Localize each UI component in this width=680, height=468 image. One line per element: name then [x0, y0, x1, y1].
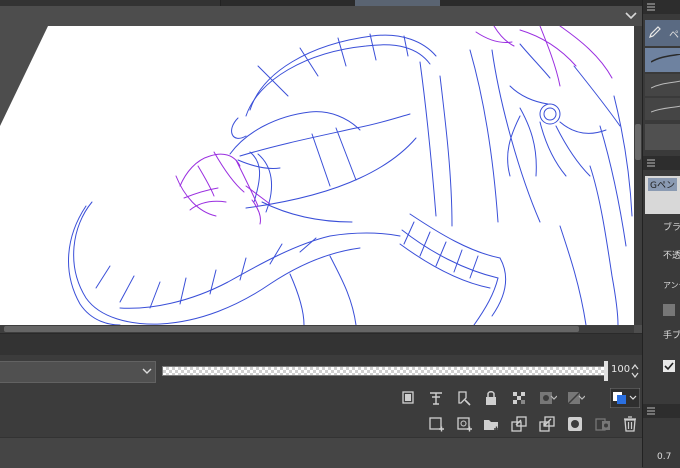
ruler-display-icon[interactable] [565, 388, 585, 408]
sub-tool-footer [645, 124, 680, 150]
brush-stroke-preview [651, 54, 680, 63]
hand-shake-value: 0.7 [657, 452, 672, 462]
new-folder-icon[interactable] [481, 414, 501, 434]
sub-tool-tab-label: ペ [669, 30, 679, 41]
sketch-canvas[interactable] [0, 26, 634, 325]
combine-to-layer-below-icon[interactable] [537, 414, 557, 434]
brush-stroke-preview [651, 105, 680, 113]
opacity-slider[interactable] [162, 366, 608, 376]
brush-preview: Gペン [645, 176, 680, 214]
brush-stroke-preview [651, 80, 680, 89]
vertical-scrollbar-thumb[interactable] [635, 124, 641, 160]
new-vector-layer-icon[interactable] [454, 414, 474, 434]
antialias-label: アンチ [663, 281, 680, 290]
blend-mode-select[interactable] [0, 361, 156, 383]
chevron-down-icon[interactable] [622, 8, 640, 24]
new-raster-layer-icon[interactable] [426, 414, 446, 434]
layer-color-icon[interactable] [610, 388, 640, 408]
check-icon [664, 362, 674, 371]
draft-layer-icon[interactable] [454, 388, 474, 408]
sub-tool-item[interactable] [645, 98, 680, 120]
layer-toolbar-bottom [0, 411, 642, 437]
right-tool-panel: ペ Gペン ブラシ 不透 アンチ 手ブ 0.7 [642, 0, 680, 467]
vertical-scrollbar[interactable] [634, 26, 642, 325]
menu-icon[interactable] [647, 159, 655, 167]
sub-tool-panel-header [643, 0, 680, 14]
opacity-value: 100 [611, 364, 631, 375]
apply-mask-icon[interactable] [593, 414, 613, 434]
layer-list-area [0, 437, 642, 468]
lock-layer-icon[interactable] [481, 388, 501, 408]
delete-layer-icon[interactable] [620, 414, 640, 434]
horizontal-scrollbar-thumb[interactable] [4, 326, 579, 332]
opacity-spinner[interactable] [630, 362, 640, 380]
sub-tool-item-selected[interactable] [645, 48, 680, 72]
chevron-down-icon[interactable] [140, 364, 154, 378]
hand-shake-label: 手ブ [663, 331, 680, 341]
opacity-slider-handle[interactable] [604, 361, 608, 381]
antialias-option[interactable] [663, 304, 675, 316]
clip-to-layer-below-icon[interactable] [398, 388, 418, 408]
sub-tool-tab-pen[interactable]: ペ [645, 20, 680, 46]
opacity-label: 不透 [663, 251, 680, 261]
brush-size-panel-header [643, 404, 680, 418]
menu-icon[interactable] [647, 407, 655, 415]
brush-size-label: ブラシ [663, 223, 680, 233]
tool-property-panel-header [643, 156, 680, 170]
menu-icon[interactable] [647, 3, 655, 11]
mask-enable-icon[interactable] [537, 388, 557, 408]
panel-divider [0, 333, 642, 356]
layer-toolbar-top [0, 385, 642, 411]
sub-tool-item[interactable] [645, 74, 680, 96]
lock-transparent-pixels-icon[interactable] [509, 388, 529, 408]
pen-icon [649, 26, 661, 38]
checkbox[interactable] [663, 360, 675, 372]
create-layer-mask-icon[interactable] [565, 414, 585, 434]
selected-brush-name: Gペン [648, 178, 677, 191]
transfer-to-layer-below-icon[interactable] [509, 414, 529, 434]
reference-layer-icon[interactable] [426, 388, 446, 408]
